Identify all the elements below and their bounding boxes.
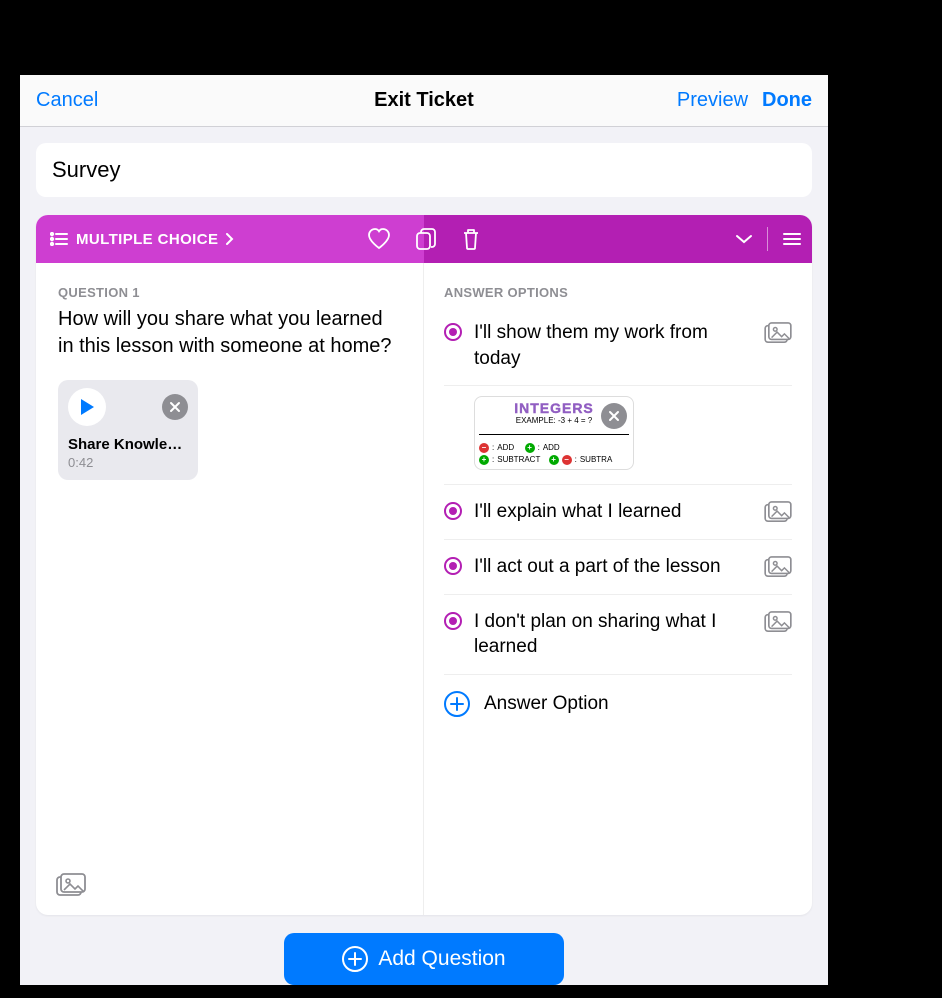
question-actions [367, 227, 481, 251]
plus-icon [342, 946, 368, 972]
answer-radio[interactable] [444, 557, 462, 575]
play-icon [79, 398, 95, 416]
answer-attachment[interactable]: INTEGERS EXAMPLE: -3 + 4 = ? –:ADD +:ADD… [474, 396, 634, 470]
question-attachment[interactable]: Share Knowled… 0:42 [58, 380, 198, 480]
answer-radio[interactable] [444, 323, 462, 341]
media-icon [764, 556, 792, 578]
add-answer-option-button[interactable]: Answer Option [444, 675, 792, 717]
answer-text-input[interactable]: I don't plan on sharing what I learned [474, 609, 752, 660]
answer-text-input[interactable]: I'll show them my work from today [474, 320, 752, 371]
list-icon [50, 232, 68, 246]
answer-option[interactable]: I'll explain what I learned [444, 485, 792, 540]
answer-option[interactable]: I'll act out a part of the lesson [444, 540, 792, 595]
question-header: MULTIPLE CHOICE [36, 215, 812, 263]
play-button[interactable] [68, 388, 106, 426]
media-icon [764, 611, 792, 633]
question-card: MULTIPLE CHOICE [36, 215, 812, 915]
question-type-label: MULTIPLE CHOICE [76, 231, 218, 248]
body-area: MULTIPLE CHOICE [20, 127, 828, 985]
preview-button[interactable]: Preview [677, 89, 748, 112]
answer-radio[interactable] [444, 502, 462, 520]
question-body: QUESTION 1 How will you share what you l… [36, 263, 812, 915]
nav-bar: Cancel Exit Ticket Preview Done [20, 75, 828, 127]
cancel-button[interactable]: Cancel [36, 89, 98, 111]
chevron-right-icon [226, 233, 234, 245]
add-answer-media-button[interactable] [764, 501, 792, 523]
question-editor: QUESTION 1 How will you share what you l… [36, 263, 424, 915]
add-answer-media-button[interactable] [764, 556, 792, 578]
heart-icon [367, 228, 391, 250]
chevron-down-icon [735, 234, 753, 244]
add-question-media-button[interactable] [56, 873, 86, 897]
answer-options-panel: ANSWER OPTIONS I'll show them my work fr… [424, 263, 812, 915]
question-type-button[interactable]: MULTIPLE CHOICE [50, 231, 234, 248]
remove-attachment-button[interactable] [162, 394, 188, 420]
drag-icon [782, 232, 802, 246]
delete-button[interactable] [461, 227, 481, 251]
add-answer-media-button[interactable] [764, 611, 792, 633]
attachment-title: Share Knowled… [68, 436, 188, 453]
plus-icon [444, 691, 470, 717]
question-number-label: QUESTION 1 [58, 285, 401, 300]
close-icon [608, 410, 620, 422]
copy-icon [415, 227, 437, 251]
question-text-input[interactable]: How will you share what you learned in t… [58, 306, 401, 360]
answer-text-input[interactable]: I'll explain what I learned [474, 499, 752, 525]
answer-text-input[interactable]: I'll act out a part of the lesson [474, 554, 752, 580]
media-icon [764, 501, 792, 523]
collapse-button[interactable] [735, 234, 753, 244]
assessment-title-input[interactable] [36, 143, 812, 197]
add-question-button[interactable]: Add Question [284, 933, 564, 985]
done-button[interactable]: Done [762, 89, 812, 112]
answer-option[interactable]: I don't plan on sharing what I learned [444, 595, 792, 674]
close-icon [169, 401, 181, 413]
reorder-handle[interactable] [782, 232, 802, 246]
media-icon [764, 322, 792, 344]
duplicate-button[interactable] [415, 227, 437, 251]
add-answer-media-button[interactable] [764, 322, 792, 344]
answer-options-label: ANSWER OPTIONS [444, 285, 792, 300]
editor-window: Cancel Exit Ticket Preview Done MULTIPLE… [20, 75, 828, 985]
page-title: Exit Ticket [295, 89, 554, 112]
media-icon [56, 873, 86, 897]
favorite-button[interactable] [367, 228, 391, 250]
answer-radio[interactable] [444, 612, 462, 630]
separator [767, 227, 768, 251]
add-option-label: Answer Option [484, 693, 609, 715]
answer-option[interactable]: I'll show them my work from today [444, 306, 792, 386]
trash-icon [461, 227, 481, 251]
attachment-duration: 0:42 [68, 455, 188, 470]
add-question-label: Add Question [378, 947, 505, 971]
